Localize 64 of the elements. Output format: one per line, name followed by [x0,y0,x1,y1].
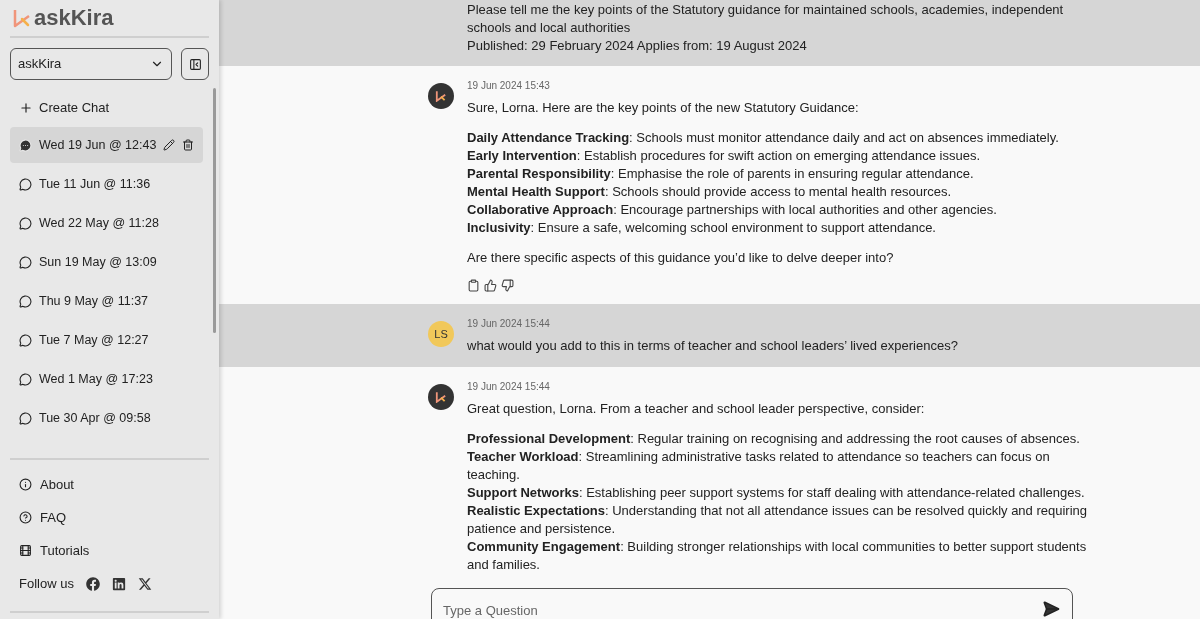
chat-history-item[interactable]: Thu 9 May @ 11:37 [10,283,204,319]
message-text: Please tell me the key points of the Statutory guidance for maintained schools, academies, independent schools and local authorities [467,1,1065,37]
copy-button[interactable] [467,279,480,292]
chat-history-item[interactable]: Tue 7 May @ 12:27 [10,322,204,358]
guidance-point: Mental Health Support: Schools should provide access to mental health resources. [467,183,953,201]
panel-icon [188,57,202,71]
guidance-point: Inclusivity: Ensure a safe, welcoming school environment to support attendance. [467,219,937,237]
message-text: Great question, Lorna. From a teacher and school leader perspective, consider: [467,400,926,418]
question-field[interactable]: Type a Question [431,588,1073,619]
delete-button[interactable] [182,139,195,151]
brand-name: askKira [34,7,114,29]
chat-bubble-icon [19,216,32,230]
film-icon [19,544,32,557]
workspace-select[interactable]: askKira [10,48,172,80]
guidance-point: Teacher Workload: Streamlining administrative tasks related to attendance so teachers can focus on teaching. [467,448,1051,484]
chat-bubble-icon [19,177,32,191]
chat-bubble-icon [19,255,32,269]
chat-history-item[interactable]: Tue 30 Apr @ 09:58 [10,400,204,436]
sidebar-link[interactable]: Tutorials [19,534,200,567]
message-text: Published: 29 February 2024 Applies from: 19 August 2024 [467,37,808,55]
logo-mark-icon [12,8,32,28]
chat-history-item[interactable]: Wed 22 May @ 11:28 [10,205,204,241]
chat-history-item[interactable]: Sun 19 May @ 13:09 [10,244,204,280]
create-chat-button[interactable]: Create Chat [10,88,204,127]
sidebar-link[interactable]: FAQ [19,501,200,534]
guidance-point: Support Networks: Establishing peer support systems for staff dealing with attendance-related challenges. [467,484,1086,502]
chat-history-item[interactable]: Wed 19 Jun @ 12:43 [10,127,204,163]
question-input[interactable]: Type a Question [443,600,1042,619]
chat-bubble-icon [19,411,32,425]
send-button[interactable] [1042,600,1060,618]
user-avatar: LS [428,321,454,347]
assistant-avatar [428,83,454,109]
guidance-point: Collaborative Approach: Encourage partnerships with local authorities and other agencies. [467,201,998,219]
thumbs-up-button[interactable] [484,279,497,292]
sidebar-link[interactable]: About [19,468,200,501]
chat-bubble-icon [19,294,32,308]
chat-bubble-icon [19,333,32,347]
assistant-avatar [428,384,454,410]
message-text: Are there specific aspects of this guidance you’d like to delve deeper into? [467,249,895,267]
chat-bubble-icon [19,372,32,386]
x-icon[interactable] [137,577,152,591]
message-timestamp: 19 Jun 2024 15:43 [467,79,551,93]
guidance-point: Realistic Expectations: Understanding that not all attendance issues can be resolved quickly and requiring patience and persistence. [467,502,1089,538]
chat-history-item[interactable]: Wed 1 May @ 17:23 [10,361,204,397]
plus-icon [19,100,33,115]
guidance-point: Daily Attendance Tracking: Schools must monitor attendance daily and act on absences immediately. [467,129,1059,147]
chat-bubble-icon [19,138,32,152]
help-icon [19,511,32,524]
message-timestamp: 19 Jun 2024 15:44 [467,380,551,394]
linkedin-icon[interactable] [111,577,126,591]
guidance-point: Parental Responsibility: Emphasise the role of parents in ensuring regular attendance. [467,165,975,183]
guidance-point: Early Intervention: Establish procedures for swift action on emerging attendance issues. [467,147,982,165]
guidance-point: Professional Development: Regular training on recognising and addressing the root causes of absences. [467,430,1081,448]
collapse-sidebar-button[interactable] [181,48,209,80]
thumbs-down-button[interactable] [501,279,514,292]
edit-button[interactable] [163,139,176,151]
follow-us-label: Follow us [19,575,74,594]
facebook-icon[interactable] [85,577,100,591]
message-timestamp: 19 Jun 2024 15:44 [467,317,551,331]
info-icon [19,478,32,491]
guidance-point: Community Engagement: Building stronger relationships with local communities to better support students and families. [467,538,1088,574]
message-text: what would you add to this in terms of teacher and school leaders’ lived experiences? [467,337,958,355]
chat-history-item[interactable]: Tue 11 Jun @ 11:36 [10,166,204,202]
message-text: Sure, Lorna. Here are the key points of the new Statutory Guidance: [467,99,860,117]
